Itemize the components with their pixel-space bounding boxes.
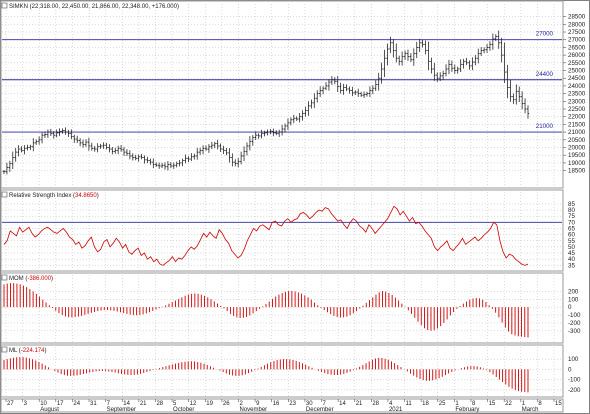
month-label: November — [239, 407, 267, 413]
x-tick-label: 18 — [422, 401, 429, 407]
x-tick-label: 23 — [289, 401, 296, 407]
x-tick-label: 16 — [273, 401, 280, 407]
rsi-panel[interactable] — [0, 189, 564, 272]
mom-header: MOM (-386.000) — [1, 274, 53, 282]
x-tick-label: 22 — [505, 401, 512, 407]
stock-chart: SIMKN (22,318.00, 22,450.00, 21,866.00, … — [0, 0, 586, 413]
month-label: 2021 — [389, 407, 403, 413]
price-y-tick-label: 27000 — [568, 37, 586, 44]
price-y-tick-label: 26500 — [568, 44, 586, 51]
ml-current-value: -224.174 — [21, 348, 45, 354]
price-y-tick-label: 21500 — [568, 121, 586, 128]
price-panel[interactable] — [0, 0, 564, 189]
price-y-tick-label: 22000 — [568, 114, 586, 121]
x-tick-label: 26 — [223, 401, 230, 407]
x-tick-label: 21 — [140, 401, 147, 407]
price-y-tick-label: 28500 — [568, 14, 586, 21]
price-y-tick-label: 24500 — [568, 75, 586, 82]
price-y-tick-label: 22500 — [568, 106, 586, 113]
rsi-y-tick-label: 35 — [568, 262, 575, 269]
price-header: SIMKN (22,318.00, 22,450.00, 21,866.00, … — [1, 2, 179, 10]
price-y-tick-label: 20000 — [568, 145, 586, 152]
rsi-header-label: Relative Strength Index — [9, 193, 71, 199]
x-tick-label: 15 — [555, 401, 562, 407]
price-header-label: SIMKN (22,318.00, 22,450.00, 21,866.00, … — [9, 4, 179, 10]
ml-y-tick-label: 0 — [568, 366, 572, 373]
mom-y-tick-label: -300 — [568, 328, 581, 335]
x-tick-label: 27 — [7, 401, 14, 407]
month-label: September — [107, 407, 136, 413]
month-label: August — [40, 407, 59, 413]
mom-y-tick-label: -200 — [568, 320, 581, 327]
price-y-tick-label: 18500 — [568, 168, 586, 175]
price-y-tick-label: 23500 — [568, 91, 586, 98]
price-reference-label: 21000 — [536, 123, 554, 130]
mom-y-tick-label: 100 — [568, 296, 579, 303]
month-label: March — [522, 407, 539, 413]
price-y-tick-label: 19500 — [568, 152, 586, 159]
price-y-tick-label: 24000 — [568, 83, 586, 90]
price-y-tick-label: 25500 — [568, 60, 586, 67]
x-tick-label: 19 — [206, 401, 213, 407]
price-y-tick-label: 19000 — [568, 160, 586, 167]
price-y-tick-label: 26000 — [568, 52, 586, 59]
price-y-tick-label: 25000 — [568, 68, 586, 75]
price-y-tick-label: 20500 — [568, 137, 586, 144]
ml-header: ML (-224.174) — [1, 346, 46, 354]
mom-y-tick-label: -100 — [568, 312, 581, 319]
price-reference-label: 24400 — [536, 71, 554, 78]
month-label: February — [455, 407, 479, 413]
x-tick-label: 11 — [406, 401, 413, 407]
price-y-tick-label: 27500 — [568, 29, 586, 36]
x-tick-label: 14 — [339, 401, 346, 407]
x-tick-label: 31 — [90, 401, 97, 407]
svg-text:ML (-224.174): ML (-224.174) — [9, 348, 46, 354]
x-tick-label: 28 — [156, 401, 163, 407]
rsi-current-value: 34.8650 — [75, 193, 97, 199]
price-reference-label: 27000 — [536, 31, 554, 38]
mom-header-label: MOM — [9, 276, 24, 282]
mom-y-tick-label: 0 — [568, 304, 572, 311]
ml-y-tick-label: 100 — [568, 356, 579, 363]
x-tick-label: 21 — [356, 401, 363, 407]
rsi-header: Relative Strength Index (34.8650) — [1, 191, 99, 199]
price-y-tick-label: 21000 — [568, 129, 586, 136]
x-tick-label: 24 — [73, 401, 80, 407]
price-y-tick-label: 23000 — [568, 98, 586, 105]
mom-y-tick-label: 200 — [568, 288, 579, 295]
svg-text:MOM (-386.000): MOM (-386.000) — [9, 276, 53, 282]
x-tick-label: 15 — [489, 401, 496, 407]
x-tick-label: 28 — [372, 401, 379, 407]
month-label: December — [306, 407, 334, 413]
mom-current-value: -386.000 — [27, 276, 51, 282]
ml-panel[interactable] — [0, 344, 564, 398]
x-tick-label: 25 — [439, 401, 446, 407]
price-y-tick-label: 28000 — [568, 21, 586, 28]
ml-y-tick-label: -200 — [568, 387, 581, 394]
month-label: October — [173, 407, 194, 413]
ml-y-tick-label: -100 — [568, 377, 581, 384]
